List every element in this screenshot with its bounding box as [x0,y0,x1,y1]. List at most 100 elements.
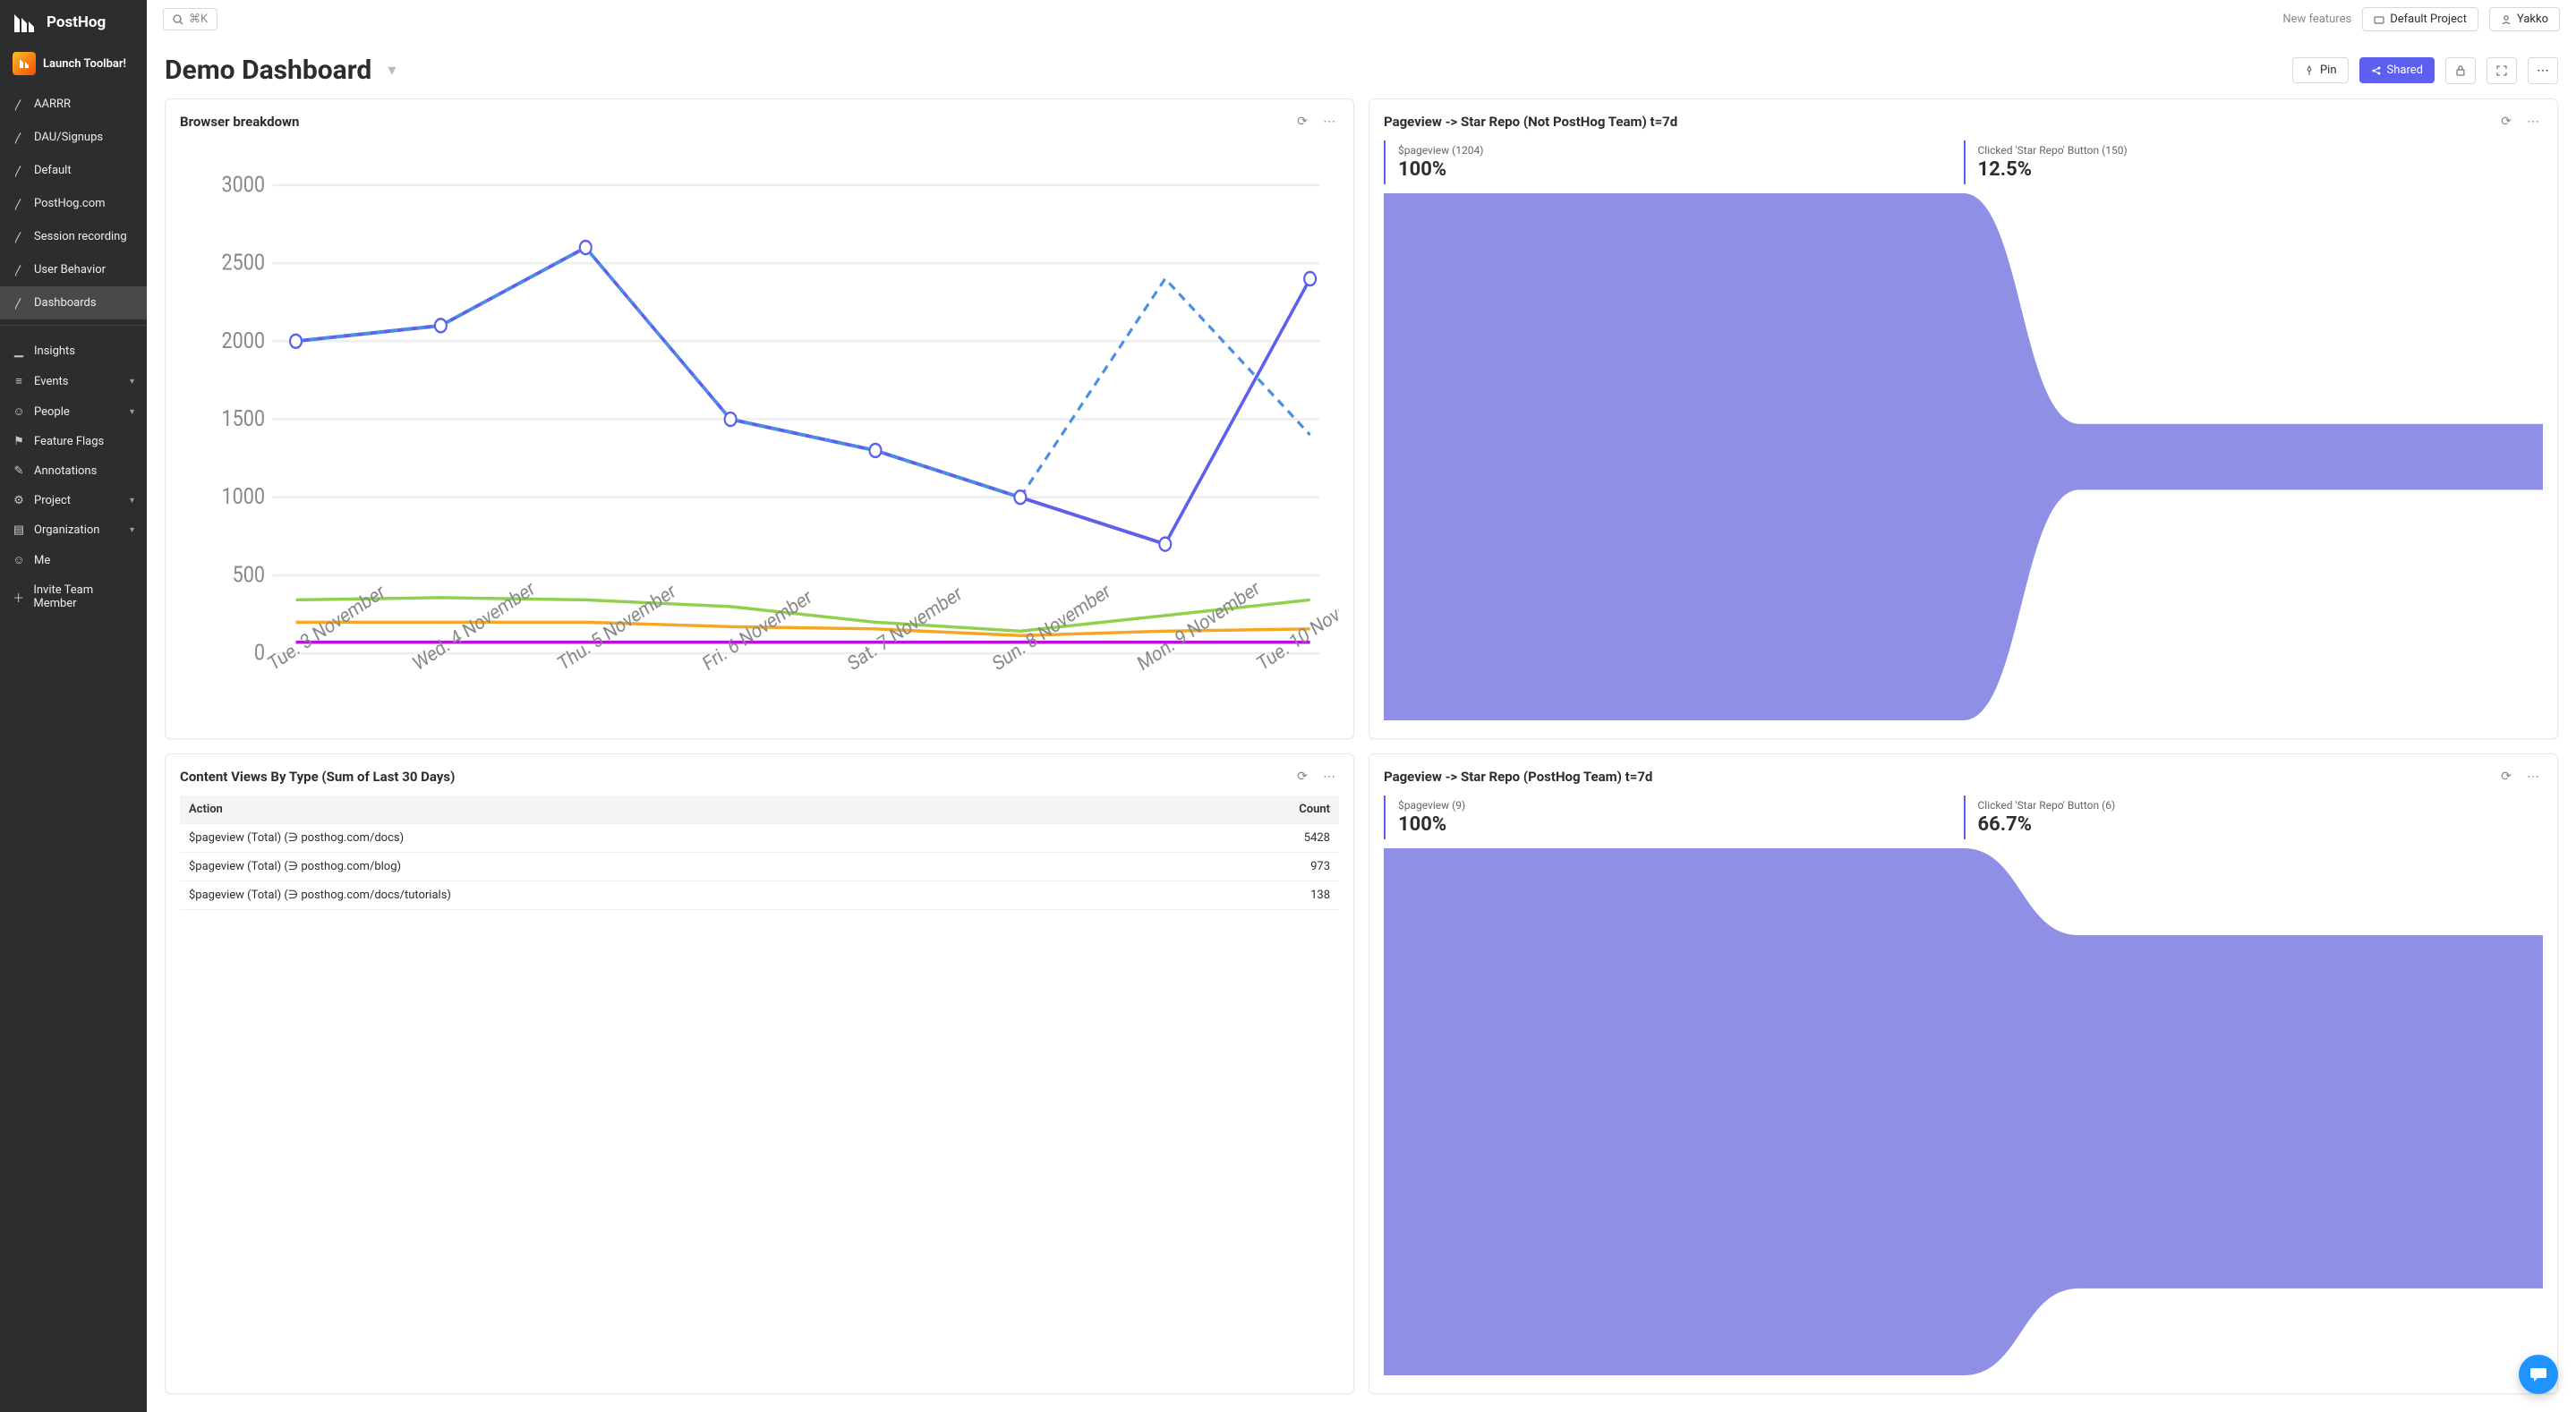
app-logo[interactable]: PostHog [0,0,147,45]
sidebar-item-events[interactable]: ≡ Events ▾ [0,366,147,396]
table-cell-action: $pageview (Total) (∋ posthog.com/docs) [180,824,1166,853]
table-cell-action: $pageview (Total) (∋ posthog.com/blog) [180,853,1166,881]
sidebar-item-session-recording[interactable]: 〳 Session recording [0,220,147,253]
table-row[interactable]: $pageview (Total) (∋ posthog.com/docs) 5… [180,824,1339,853]
chevron-down-icon[interactable]: ▾ [388,61,396,80]
line-chart-icon: 〳 [13,261,25,278]
refresh-icon: ⟳ [1297,115,1308,129]
sidebar-item-label: PostHog.com [34,197,106,210]
user-menu-label: Yakko [2517,13,2548,26]
bar-chart-icon: ▁ [13,344,25,358]
svg-text:Tue. 3 November: Tue. 3 November [265,581,388,676]
search-input[interactable]: ⌘K [163,8,218,30]
person-icon: ☺ [13,553,25,567]
ellipsis-icon: ⋯ [1323,115,1335,129]
sidebar-item-insights[interactable]: ▁ Insights [0,336,147,366]
svg-text:3000: 3000 [221,171,264,198]
sidebar-item-label: Annotations [34,464,97,478]
svg-text:500: 500 [233,561,265,588]
sidebar-item-aarrr[interactable]: 〳 AARRR [0,88,147,121]
refresh-icon: ⟳ [2501,115,2512,129]
pin-button[interactable]: Pin [2292,57,2349,83]
ellipsis-icon: ⋯ [2537,64,2549,78]
lock-button[interactable] [2445,57,2476,84]
table-header-action[interactable]: Action [180,795,1166,824]
card-options-button[interactable]: ⋯ [1319,767,1339,787]
svg-text:Mon. 9 November: Mon. 9 November [1135,577,1264,676]
sidebar: PostHog Launch Toolbar! 〳 AARRR 〳 DAU/Si… [0,0,147,1412]
table-cell-count: 973 [1166,853,1339,881]
funnel-step-series: $pageview (1204) [1398,144,1951,157]
sidebar-item-annotations[interactable]: ✎ Annotations [0,456,147,486]
funnel-step-percent: 66.7% [1978,813,2531,836]
sidebar-section-main: ▁ Insights ≡ Events ▾ ☺ People ▾ ⚑ Featu… [0,331,147,618]
table-header-count[interactable]: Count [1166,795,1339,824]
sidebar-item-feature-flags[interactable]: ⚑ Feature Flags [0,427,147,456]
card-title: Content Views By Type (Sum of Last 30 Da… [180,769,455,785]
funnel-labels: $pageview (1204) 100% Clicked 'Star Repo… [1384,140,2543,184]
chat-support-button[interactable] [2519,1355,2558,1394]
svg-text:Fri. 6 November: Fri. 6 November [700,586,815,676]
card-content-views: Content Views By Type (Sum of Last 30 Da… [165,753,1354,1394]
launch-toolbar-label: Launch Toolbar! [43,57,126,71]
launch-toolbar-button[interactable]: Launch Toolbar! [0,45,147,82]
folder-icon [2374,14,2384,25]
svg-text:Thu. 5 November: Thu. 5 November [555,580,679,676]
card-options-button[interactable]: ⋯ [2523,112,2543,132]
ellipsis-icon: ⋯ [2527,770,2539,784]
search-icon [173,14,183,25]
sidebar-item-label: User Behavior [34,263,106,276]
sidebar-item-me[interactable]: ☺ Me [0,545,147,575]
chevron-down-icon: ▾ [130,525,134,535]
refresh-icon: ⟳ [2501,770,2512,784]
sidebar-item-label: Session recording [34,230,127,243]
chevron-down-icon: ▾ [130,407,134,417]
refresh-icon: ⟳ [1297,770,1308,784]
sidebar-item-label: Organization [34,523,99,537]
dashboard-title[interactable]: Demo Dashboard [165,55,371,86]
flag-icon: ⚑ [13,435,25,448]
gear-icon: ⚙ [13,494,25,507]
sidebar-item-people[interactable]: ☺ People ▾ [0,396,147,427]
fullscreen-button[interactable] [2486,57,2517,84]
table-cell-action: $pageview (Total) (∋ posthog.com/docs/tu… [180,881,1166,910]
project-selector-button[interactable]: Default Project [2362,7,2478,31]
sidebar-item-user-behavior[interactable]: 〳 User Behavior [0,253,147,286]
svg-text:2500: 2500 [221,249,264,276]
svg-text:Wed. 4 November: Wed. 4 November [410,577,539,676]
plus-icon: ＋ [13,589,24,606]
table-row[interactable]: $pageview (Total) (∋ posthog.com/docs/tu… [180,881,1339,910]
refresh-button[interactable]: ⟳ [1292,767,1312,787]
lock-icon [2454,64,2467,77]
line-chart-icon: 〳 [13,96,25,113]
user-menu-button[interactable]: Yakko [2489,7,2560,31]
table-row[interactable]: $pageview (Total) (∋ posthog.com/blog) 9… [180,853,1339,881]
more-options-button[interactable]: ⋯ [2528,57,2558,84]
posthog-logo-icon [13,11,39,34]
share-icon [2371,65,2382,76]
new-features-link[interactable]: New features [2282,13,2351,26]
sidebar-item-invite[interactable]: ＋ Invite Team Member [0,575,147,618]
chevron-down-icon: ▾ [130,496,134,506]
sidebar-item-project[interactable]: ⚙ Project ▾ [0,486,147,515]
shared-button[interactable]: Shared [2359,57,2435,83]
card-browser-breakdown: Browser breakdown ⟳ ⋯ 0 500 1000 1500 [165,98,1354,739]
refresh-button[interactable]: ⟳ [1292,112,1312,132]
refresh-button[interactable]: ⟳ [2496,767,2516,787]
sidebar-item-dashboards[interactable]: 〳 Dashboards [0,286,147,319]
svg-text:2000: 2000 [221,327,264,353]
sidebar-item-organization[interactable]: ▤ Organization ▾ [0,515,147,545]
sidebar-item-label: Project [34,494,71,507]
card-options-button[interactable]: ⋯ [2523,767,2543,787]
sidebar-item-label: People [34,405,70,419]
sidebar-item-posthogcom[interactable]: 〳 PostHog.com [0,187,147,220]
sidebar-item-default[interactable]: 〳 Default [0,154,147,187]
refresh-button[interactable]: ⟳ [2496,112,2516,132]
sidebar-item-label: DAU/Signups [34,131,103,144]
dashboard-header: Demo Dashboard ▾ Pin Shared ⋯ [147,38,2576,95]
svg-text:1500: 1500 [221,404,264,431]
line-chart-icon: 〳 [13,162,25,179]
shared-button-label: Shared [2387,64,2423,77]
sidebar-item-dau[interactable]: 〳 DAU/Signups [0,121,147,154]
card-options-button[interactable]: ⋯ [1319,112,1339,132]
